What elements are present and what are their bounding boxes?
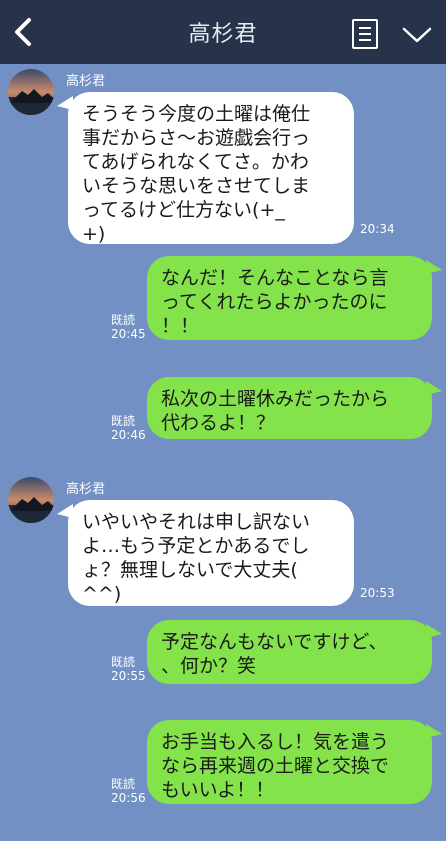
- message-line: 予定なんもないですけど、: [161, 631, 388, 653]
- message-bubble-received[interactable]: そうそう今度の土曜は俺仕 事だからさ〜お遊戯会行っ てあげられなくてさ。かわ い…: [68, 92, 354, 245]
- message-time: 20:45: [111, 327, 146, 341]
- message-line: 代わるよ！？: [161, 412, 276, 434]
- message-meta: 20:53: [360, 586, 395, 600]
- list-document-icon: [352, 19, 378, 49]
- message-line: いやいやそれは申し訳ない: [82, 511, 311, 533]
- chat-title: 高杉君: [188, 22, 258, 47]
- avatar[interactable]: [8, 477, 54, 523]
- message-meta: 既読 20:55: [111, 655, 146, 683]
- message-line: 、何か？笑: [161, 655, 257, 677]
- sender-name: 高杉君: [66, 74, 106, 89]
- bubble-tail: [426, 724, 442, 738]
- avatar-photo-icon: [8, 69, 54, 115]
- message-time: 20:53: [360, 586, 395, 600]
- chevron-left-icon: [15, 18, 31, 46]
- chevron-down-icon: [402, 27, 432, 43]
- avatar[interactable]: [8, 69, 54, 115]
- message-bubble-sent[interactable]: 予定なんもないですけど、 、何か？笑: [147, 620, 432, 684]
- read-receipt: 既読: [111, 777, 136, 791]
- message-time: 20:55: [111, 669, 146, 683]
- message-line: もいいよ！！: [161, 779, 275, 801]
- read-receipt: 既読: [111, 414, 136, 428]
- message-meta: 既読 20:46: [111, 414, 146, 442]
- message-line: ってるけど仕方ない(+_: [82, 199, 285, 221]
- message-line: いそうな思いをさせてしま: [82, 175, 311, 197]
- read-receipt: 既読: [111, 655, 136, 669]
- message-time: 20:56: [111, 791, 146, 805]
- message-bubble-sent[interactable]: お手当も入るし！気を遣う なら再来週の土曜と交換で もいいよ！！: [147, 720, 432, 804]
- chat-header: 高杉君: [0, 0, 446, 64]
- message-line: 事だからさ〜お遊戯会行っ: [82, 127, 311, 149]
- collapse-button[interactable]: [402, 24, 432, 46]
- message-time: 20:34: [360, 222, 395, 236]
- message-line: ^^): [82, 583, 122, 605]
- read-receipt: 既読: [111, 313, 136, 327]
- sender-name: 高杉君: [66, 482, 106, 497]
- avatar-photo-icon: [8, 477, 54, 523]
- message-line: お手当も入るし！気を遣う: [161, 731, 390, 753]
- message-line: ょ？無理しないで大丈夫(: [82, 559, 298, 581]
- bubble-tail: [426, 381, 442, 395]
- bubble-tail: [426, 260, 442, 274]
- message-meta: 既読 20:45: [111, 313, 146, 341]
- message-time: 20:46: [111, 428, 146, 442]
- message-line: そうそう今度の土曜は俺仕: [82, 103, 311, 125]
- message-line: てあげられなくてさ。かわ: [82, 151, 309, 173]
- message-meta: 20:34: [360, 222, 395, 236]
- message-meta: 既読 20:56: [111, 777, 146, 805]
- message-line: ってくれたらよかったのに: [161, 291, 388, 313]
- message-line: なら再来週の土曜と交換で: [161, 755, 390, 777]
- message-bubble-sent[interactable]: 私次の土曜休みだったから 代わるよ！？: [147, 377, 432, 439]
- bubble-tail: [426, 624, 442, 638]
- menu-button[interactable]: [350, 18, 380, 50]
- message-line: ！！: [161, 315, 200, 337]
- back-button[interactable]: [6, 14, 40, 50]
- message-line: +): [82, 223, 106, 245]
- message-line: なんだ！そんなことなら言: [161, 267, 389, 289]
- message-line: よ…もう予定とかあるでし: [82, 535, 310, 557]
- message-bubble-received[interactable]: いやいやそれは申し訳ない よ…もう予定とかあるでし ょ？無理しないで大丈夫( ^…: [68, 500, 354, 606]
- message-line: 私次の土曜休みだったから: [161, 388, 390, 410]
- message-bubble-sent[interactable]: なんだ！そんなことなら言 ってくれたらよかったのに ！！: [147, 256, 432, 340]
